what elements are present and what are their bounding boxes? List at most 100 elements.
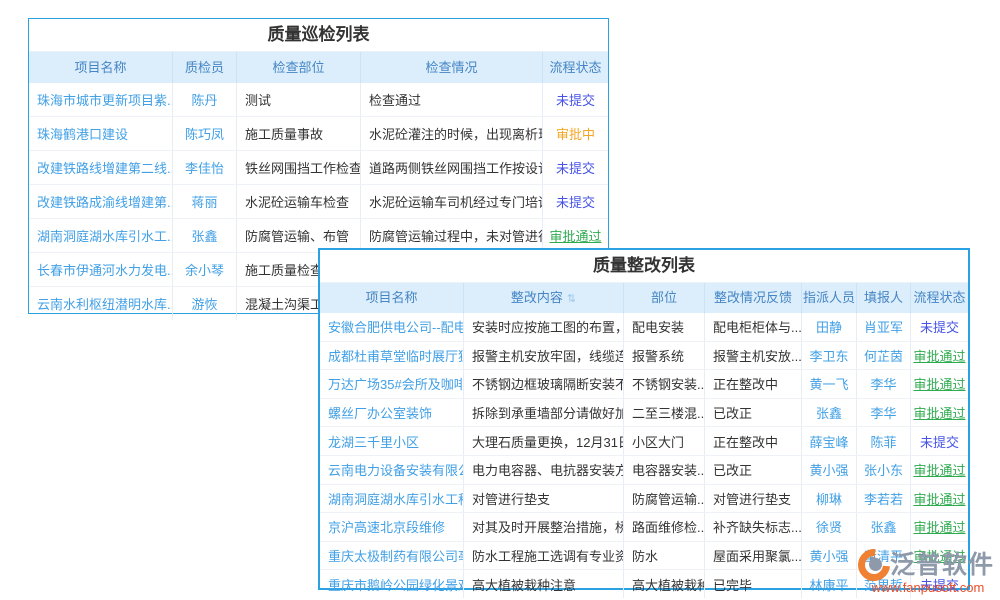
inspector-link[interactable]: 陈巧凤 xyxy=(185,124,224,143)
feedback-cell: 已改正 xyxy=(705,456,802,484)
status-badge[interactable]: 审批通过 xyxy=(913,460,965,479)
project-link[interactable]: 长春市伊通河水力发电... xyxy=(37,260,173,279)
status-badge[interactable]: 未提交 xyxy=(556,158,595,177)
project-link[interactable]: 重庆市鹅岭公园绿化景观提升... xyxy=(328,575,464,594)
project-link[interactable]: 重庆太极制药有限公司亳州中... xyxy=(328,546,464,565)
project-cell: 珠海市城市更新项目紫... xyxy=(29,83,173,116)
part-cell: 铁丝网围挡工作检查 xyxy=(237,151,361,184)
status-badge[interactable]: 审批通过 xyxy=(549,226,601,245)
project-link[interactable]: 京沪高速北京段维修 xyxy=(328,517,445,536)
inspector-link[interactable]: 张鑫 xyxy=(191,226,217,245)
status-badge[interactable]: 审批中 xyxy=(556,124,595,143)
status-cell: 审批通过 xyxy=(911,513,968,541)
situation-cell: 水泥砼运输车司机经过专门培训... xyxy=(361,185,543,218)
fanpu-logo-url: www.fanpusoft.com xyxy=(858,581,998,595)
column-header-project: 项目名称 xyxy=(320,283,464,313)
column-header-content[interactable]: 整改内容⇅ xyxy=(464,283,624,313)
project-cell: 螺丝厂办公室装饰 xyxy=(320,399,464,427)
status-badge[interactable]: 未提交 xyxy=(556,192,595,211)
content-cell: 不锈钢边框玻璃隔断安装不牢... xyxy=(464,370,624,398)
status-cell: 审批通过 xyxy=(911,485,968,513)
reporter-cell: 李华 xyxy=(857,399,911,427)
assignee-cell: 黄一飞 xyxy=(802,370,857,398)
reporter-link[interactable]: 李若若 xyxy=(864,489,903,508)
table-row: 龙湖三千里小区 大理石质量更换，12月31日之... 小区大门 正在整改中 薛宝… xyxy=(320,426,968,455)
project-link[interactable]: 螺丝厂办公室装饰 xyxy=(328,403,432,422)
project-cell: 湖南洞庭湖水库引水工程施工I标 xyxy=(320,485,464,513)
project-link[interactable]: 龙湖三千里小区 xyxy=(328,432,419,451)
assignee-link[interactable]: 柳琳 xyxy=(816,489,842,508)
project-link[interactable]: 改建铁路成渝线增建第... xyxy=(37,192,173,211)
project-link[interactable]: 云南水利枢纽潜明水库... xyxy=(37,294,173,313)
inspector-link[interactable]: 陈丹 xyxy=(191,90,217,109)
column-header-reporter: 填报人 xyxy=(857,283,911,313)
status-cell: 审批通过 xyxy=(911,342,968,370)
project-cell: 改建铁路成渝线增建第... xyxy=(29,185,173,218)
feedback-cell: 补齐缺失标志... xyxy=(705,513,802,541)
assignee-link[interactable]: 黄小强 xyxy=(809,460,848,479)
reporter-link[interactable]: 何芷茵 xyxy=(864,346,903,365)
assignee-link[interactable]: 林康平 xyxy=(809,575,848,594)
inspector-link[interactable]: 游恢 xyxy=(191,294,217,313)
project-link[interactable]: 珠海市城市更新项目紫... xyxy=(37,90,173,109)
assignee-link[interactable]: 田静 xyxy=(816,317,842,336)
reporter-link[interactable]: 张鑫 xyxy=(870,517,896,536)
reporter-link[interactable]: 陈菲 xyxy=(870,432,896,451)
reporter-link[interactable]: 李华 xyxy=(870,403,896,422)
project-link[interactable]: 改建铁路线增建第二线... xyxy=(37,158,173,177)
part-cell: 测试 xyxy=(237,83,361,116)
project-link[interactable]: 珠海鹤港口建设 xyxy=(37,124,128,143)
assignee-link[interactable]: 张鑫 xyxy=(816,403,842,422)
project-link[interactable]: 成都杜甫草堂临时展厅独立展... xyxy=(328,346,464,365)
assignee-link[interactable]: 薛宝峰 xyxy=(809,432,848,451)
inspector-cell: 陈巧凤 xyxy=(173,117,237,150)
assignee-link[interactable]: 李卫东 xyxy=(809,346,848,365)
assignee-cell: 林康平 xyxy=(802,570,857,598)
project-cell: 成都杜甫草堂临时展厅独立展... xyxy=(320,342,464,370)
project-cell: 改建铁路线增建第二线... xyxy=(29,151,173,184)
assignee-link[interactable]: 黄小强 xyxy=(809,546,848,565)
status-badge[interactable]: 审批通过 xyxy=(913,517,965,536)
situation-cell: 水泥砼灌注的时候，出现离析现象 xyxy=(361,117,543,150)
reporter-link[interactable]: 张小东 xyxy=(864,460,903,479)
project-link[interactable]: 万达广场35#会所及咖啡厅空... xyxy=(328,374,464,393)
content-cell: 大理石质量更换，12月31日之... xyxy=(464,427,624,455)
status-badge[interactable]: 未提交 xyxy=(556,90,595,109)
assignee-link[interactable]: 徐贤 xyxy=(816,517,842,536)
inspector-link[interactable]: 蒋丽 xyxy=(191,192,217,211)
reporter-cell: 李若若 xyxy=(857,485,911,513)
project-link[interactable]: 湖南洞庭湖水库引水工... xyxy=(37,226,173,245)
situation-cell: 道路两侧铁丝网围挡工作按设计... xyxy=(361,151,543,184)
inspector-link[interactable]: 李佳怡 xyxy=(185,158,224,177)
rectification-table-title: 质量整改列表 xyxy=(320,250,968,283)
column-header-assignee: 指派人员 xyxy=(802,283,857,313)
part-cell: 路面维修检... xyxy=(624,513,705,541)
status-badge[interactable]: 审批通过 xyxy=(913,374,965,393)
part-cell: 不锈钢安装... xyxy=(624,370,705,398)
feedback-cell: 屋面采用聚氯... xyxy=(705,542,802,570)
sort-icon[interactable]: ⇅ xyxy=(567,293,576,305)
status-cell: 未提交 xyxy=(543,151,608,184)
reporter-link[interactable]: 肖亚军 xyxy=(864,317,903,336)
status-cell: 审批中 xyxy=(543,117,608,150)
column-header-status: 流程状态 xyxy=(543,52,608,83)
content-cell: 电力电容器、电抗器安装方案,... xyxy=(464,456,624,484)
status-badge[interactable]: 审批通过 xyxy=(913,489,965,508)
status-badge[interactable]: 审批通过 xyxy=(913,346,965,365)
status-badge[interactable]: 审批通过 xyxy=(913,403,965,422)
part-cell: 电容器安装... xyxy=(624,456,705,484)
assignee-link[interactable]: 黄一飞 xyxy=(809,374,848,393)
status-cell: 审批通过 xyxy=(911,399,968,427)
project-cell: 京沪高速北京段维修 xyxy=(320,513,464,541)
project-link[interactable]: 云南电力设备安装有限公司20... xyxy=(328,460,464,479)
part-cell: 小区大门 xyxy=(624,427,705,455)
project-link[interactable]: 安徽合肥供电公司--配电设备... xyxy=(328,317,464,336)
status-badge[interactable]: 未提交 xyxy=(920,432,959,451)
status-badge[interactable]: 未提交 xyxy=(920,317,959,336)
project-cell: 云南水利枢纽潜明水库... xyxy=(29,287,173,320)
rectification-table-header: 项目名称 整改内容⇅ 部位 整改情况反馈 指派人员 填报人 流程状态 xyxy=(320,283,968,313)
table-row: 云南电力设备安装有限公司20... 电力电容器、电抗器安装方案,... 电容器安… xyxy=(320,455,968,484)
project-link[interactable]: 湖南洞庭湖水库引水工程施工I标 xyxy=(328,489,464,508)
inspector-link[interactable]: 余小琴 xyxy=(185,260,224,279)
reporter-link[interactable]: 李华 xyxy=(870,374,896,393)
